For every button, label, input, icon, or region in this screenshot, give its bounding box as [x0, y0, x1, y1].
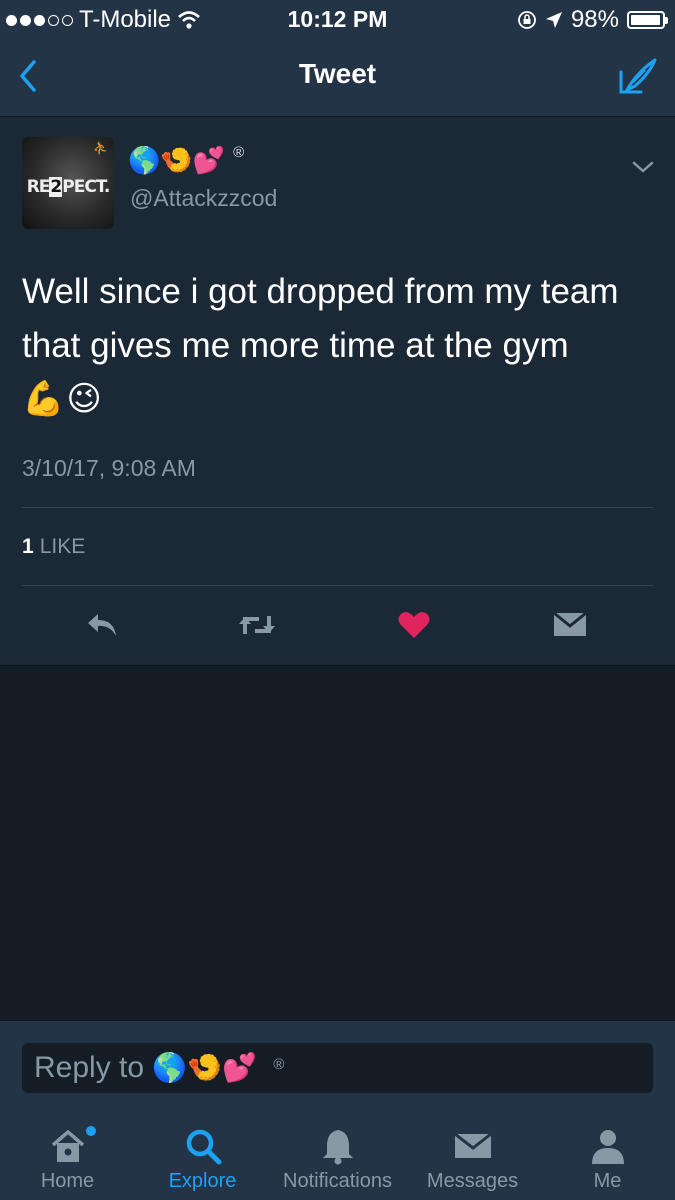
likes-count-link[interactable]: 1 LIKE: [22, 535, 85, 559]
search-icon: [186, 1129, 221, 1165]
avatar-logo: ⛹: [93, 141, 108, 155]
reply-placeholder: Reply to: [34, 1051, 145, 1084]
direct-message-button[interactable]: [550, 607, 590, 643]
tab-messages[interactable]: Messages: [405, 1110, 540, 1200]
tweet-emoji: 💪😉: [22, 380, 104, 418]
home-icon: [51, 1130, 84, 1162]
avatar[interactable]: ⛹ RE2PECT.: [22, 137, 114, 229]
like-button[interactable]: [394, 607, 434, 643]
status-bar: T-Mobile 10:12 PM 98%: [0, 0, 675, 38]
reply-input[interactable]: Reply to 🌎🍤💕 ®: [22, 1043, 653, 1093]
display-name-mark: ®: [233, 144, 245, 161]
display-name-emoji: 🌎🍤💕: [128, 145, 226, 175]
retweet-icon: [239, 616, 275, 634]
compose-tweet-icon: [619, 58, 657, 94]
tab-bar: Home Explore Notifications Messages Me: [0, 1110, 675, 1200]
battery-percent: 98%: [570, 6, 619, 33]
divider: [22, 507, 653, 508]
tab-me-label: Me: [593, 1170, 622, 1192]
chevron-down-icon: [632, 161, 654, 173]
tab-notifications-label: Notifications: [283, 1170, 392, 1192]
orientation-lock-icon: [518, 11, 536, 29]
compose-tweet-button[interactable]: [613, 52, 661, 100]
reply-bar: Reply to 🌎🍤💕 ®: [0, 1020, 675, 1111]
user-handle[interactable]: @Attackzzcod: [130, 185, 277, 212]
navigation-bar: Tweet: [0, 38, 675, 117]
display-name[interactable]: 🌎🍤💕 ®: [128, 144, 245, 176]
tweet-detail: ⛹ RE2PECT. 🌎🍤💕 ® @Attackzzcod Well since…: [0, 117, 675, 666]
tab-messages-label: Messages: [426, 1170, 519, 1192]
tweet-options-button[interactable]: [631, 157, 655, 177]
status-right: 98%: [517, 6, 668, 34]
heart-icon: [398, 612, 430, 638]
like-label: LIKE: [39, 535, 86, 558]
envelope-icon: [453, 1132, 492, 1158]
tab-explore-label: Explore: [168, 1170, 237, 1192]
avatar-text: RE2PECT.: [26, 177, 110, 197]
tab-notifications[interactable]: Notifications: [270, 1110, 405, 1200]
reply-button[interactable]: [82, 607, 122, 643]
retweet-button[interactable]: [237, 607, 277, 643]
home-notification-dot: [86, 1126, 96, 1136]
like-count: 1: [22, 535, 34, 558]
person-icon: [591, 1130, 624, 1164]
tab-me[interactable]: Me: [540, 1110, 675, 1200]
reply-placeholder-mark: ®: [273, 1056, 285, 1073]
reply-icon: [88, 614, 116, 636]
tab-explore[interactable]: Explore: [135, 1110, 270, 1200]
divider: [22, 585, 653, 586]
tweet-text: Well since i got dropped from my team th…: [22, 272, 619, 365]
location-arrow-icon: [545, 12, 562, 28]
reply-placeholder-emoji: 🌎🍤💕: [152, 1052, 257, 1083]
envelope-icon: [553, 611, 587, 636]
page-title: Tweet: [298, 58, 377, 89]
tweet-timestamp: 3/10/17, 9:08 AM: [22, 455, 196, 481]
battery-icon: [627, 11, 668, 29]
tab-home[interactable]: Home: [0, 1110, 135, 1200]
tab-home-label: Home: [40, 1170, 95, 1192]
bell-icon: [322, 1130, 353, 1165]
